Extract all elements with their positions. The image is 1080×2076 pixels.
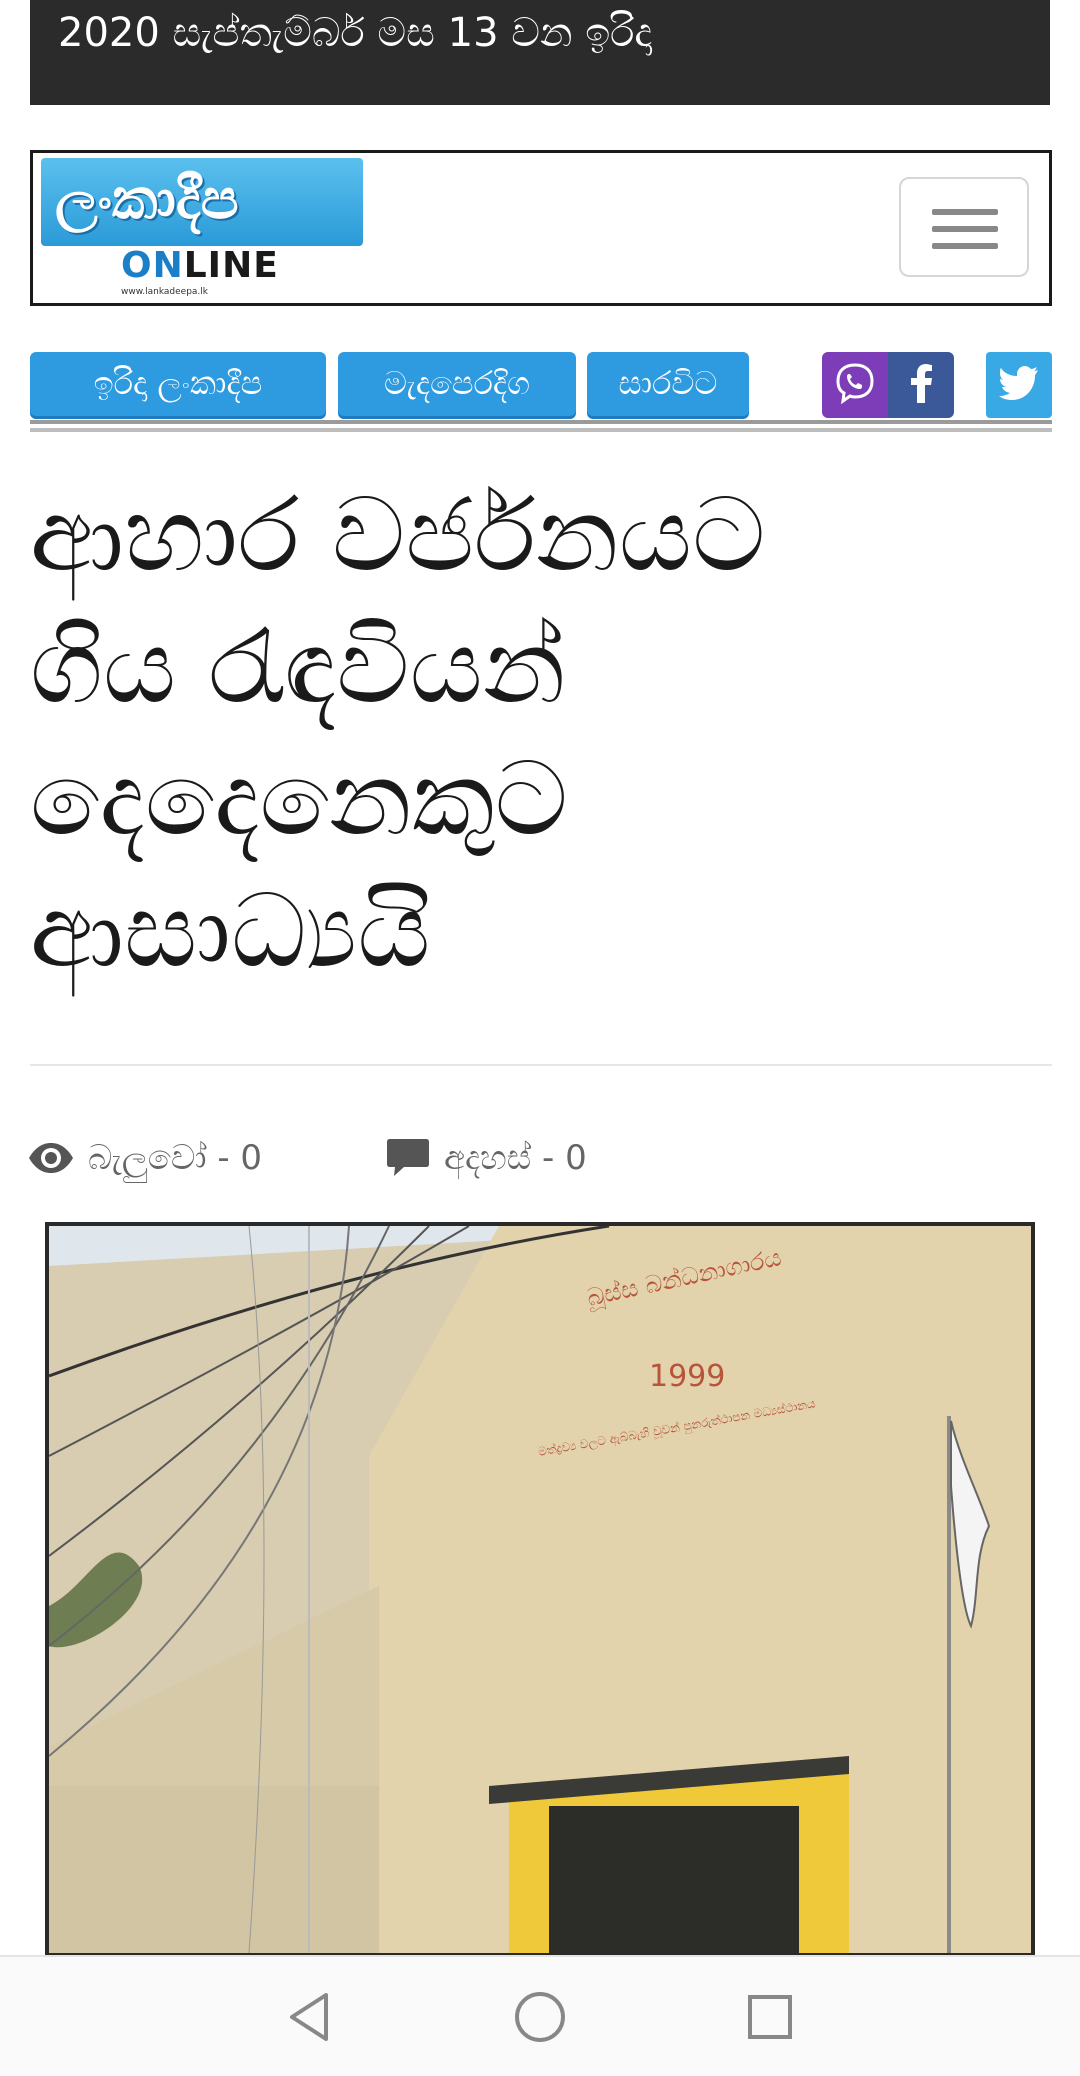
date-bar: 2020 සැප්තැම්බර් මස 13 වන ඉරිදා (30, 0, 1050, 105)
eye-icon (28, 1142, 74, 1174)
page: 2020 සැප්තැම්බර් මස 13 වන ඉරිදා ලංකාදීප … (0, 0, 1080, 2076)
viber-share-button[interactable] (822, 352, 888, 418)
views-count: බැලුවෝ - 0 (28, 1130, 262, 1186)
nav-divider (30, 420, 1052, 424)
prison-building-illustration: බූස්ස බන්ධනාගාරය 1999 මත්ද්‍රව්‍ය වලට ඇබ… (49, 1226, 1031, 1953)
comment-icon (386, 1138, 430, 1178)
home-button[interactable] (510, 1987, 570, 2047)
site-header: ලංකාදීප ONLINE www.lankadeepa.lk (30, 150, 1052, 306)
logo-sinhala: ලංකාදීප (41, 158, 363, 246)
twitter-share-button[interactable] (986, 352, 1052, 418)
facebook-share-button[interactable] (888, 352, 954, 418)
menu-toggle-button[interactable] (899, 177, 1029, 277)
nav-item-medaperadiga[interactable]: මැදපෙරදිග (338, 352, 576, 416)
logo-online: ONLINE (121, 245, 279, 286)
site-logo[interactable]: ලංකාදීප ONLINE www.lankadeepa.lk (41, 158, 363, 300)
headline-divider (30, 1064, 1052, 1066)
home-icon (515, 1992, 565, 2042)
facebook-icon (906, 363, 936, 407)
photo-sign-year: 1999 (649, 1359, 725, 1394)
nav-item-saravita[interactable]: සාරවිට (587, 352, 749, 416)
article-photo[interactable]: බූස්ස බන්ධනාගාරය 1999 මත්ද්‍රව්‍ය වලට ඇබ… (45, 1222, 1035, 1957)
back-icon (290, 1993, 328, 2041)
recents-icon (748, 1995, 792, 2039)
back-button[interactable] (280, 1987, 340, 2047)
nav-item-iridha-lankadeepa[interactable]: ඉරිදා ලංකාදීප (30, 352, 326, 416)
viber-icon (832, 360, 878, 410)
comments-count[interactable]: අදහස් - 0 (386, 1130, 587, 1186)
nav-divider (30, 428, 1052, 432)
recents-button[interactable] (740, 1987, 800, 2047)
comments-label: අදහස් - 0 (444, 1138, 587, 1178)
category-nav: ඉරිදා ලංකාදීප මැදපෙරදිග සාරවිට (30, 352, 1052, 418)
date-text: 2020 සැප්තැම්බර් මස 13 වන ඉරිදා (58, 10, 653, 56)
twitter-icon (999, 366, 1039, 404)
views-label: බැලුවෝ - 0 (88, 1138, 263, 1178)
article-headline: ආහාර වර්ජනයට ගිය රැඳවියන් දෙදෙනෙකුට ආසාධ… (30, 476, 766, 991)
logo-url: www.lankadeepa.lk (121, 287, 208, 297)
system-navigation-bar (0, 1955, 1080, 2076)
